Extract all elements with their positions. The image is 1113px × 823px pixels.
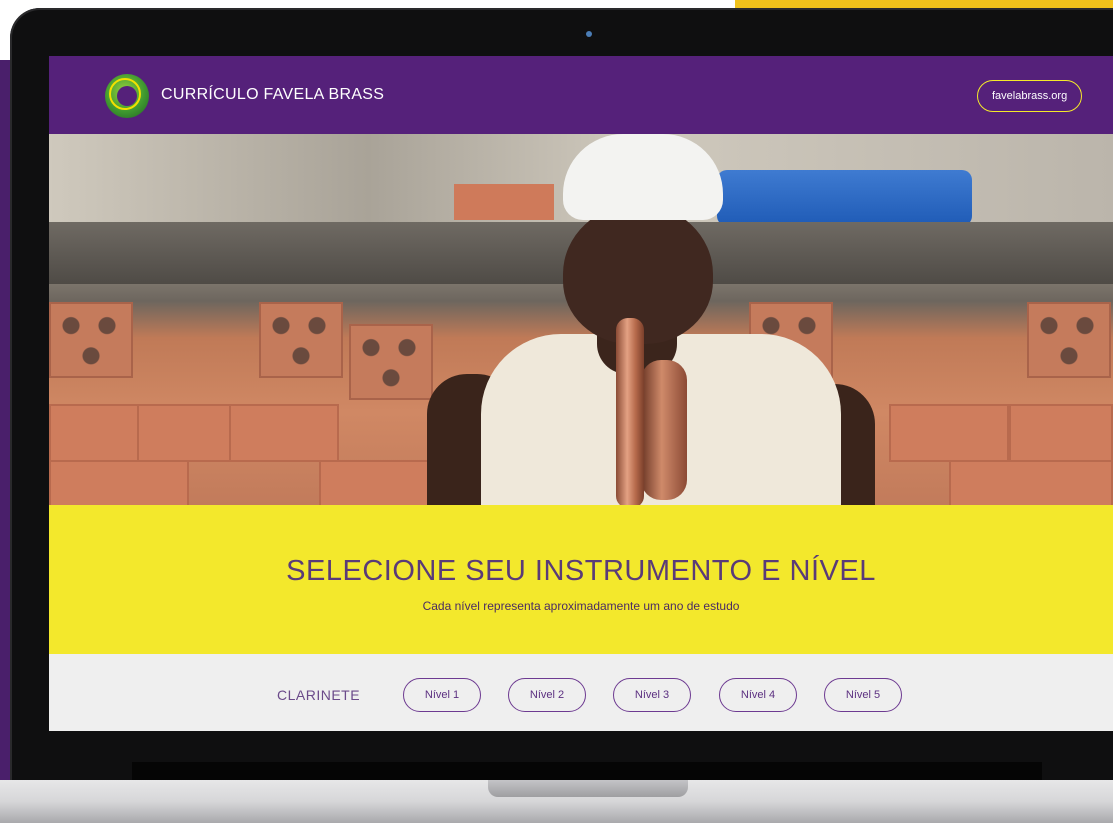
hero-brick <box>49 460 189 505</box>
logo-center <box>117 86 137 106</box>
site-title[interactable]: CURRÍCULO FAVELA BRASS <box>161 86 384 104</box>
laptop-screen: CURRÍCULO FAVELA BRASS favelabrass.org S… <box>49 56 1113 731</box>
screen-bottom-bezel <box>132 762 1042 780</box>
hero-brick <box>889 404 1009 462</box>
hero-blue-tank <box>717 170 972 226</box>
person-cap <box>563 134 723 220</box>
selection-subtitle: Cada nível representa aproximadamente um… <box>422 599 740 613</box>
instrument-name: CLARINETE <box>277 687 361 703</box>
selection-banner: SELECIONE SEU INSTRUMENTO E NÍVEL Cada n… <box>49 505 1113 654</box>
trumpet-icon <box>616 318 644 505</box>
site-header: CURRÍCULO FAVELA BRASS favelabrass.org <box>49 56 1113 134</box>
hero-brick <box>229 404 339 462</box>
level-2-button[interactable]: Nível 2 <box>508 678 586 712</box>
selection-title: SELECIONE SEU INSTRUMENTO E NÍVEL <box>286 555 876 587</box>
hero-brick <box>319 460 439 505</box>
hero-brick <box>949 460 1113 505</box>
hero-breeze-block <box>49 302 133 378</box>
instrument-row: CLARINETE Nível 1 Nível 2 Nível 3 Nível … <box>49 654 1113 731</box>
level-1-button[interactable]: Nível 1 <box>403 678 481 712</box>
hero-brick <box>137 404 232 462</box>
trumpet-bell-icon <box>641 360 687 500</box>
level-4-button[interactable]: Nível 4 <box>719 678 797 712</box>
level-3-button[interactable]: Nível 3 <box>613 678 691 712</box>
hero-orange-block <box>454 184 554 220</box>
webcam-icon <box>586 31 592 37</box>
hero-breeze-block <box>1027 302 1111 378</box>
hero-brick <box>49 404 139 462</box>
favelabrass-link-button[interactable]: favelabrass.org <box>977 80 1083 112</box>
favela-brass-logo-icon[interactable] <box>105 74 149 118</box>
hero-breeze-block <box>259 302 343 378</box>
background-yellow-strip <box>735 0 1113 8</box>
laptop-hinge-notch <box>488 780 688 797</box>
hero-breeze-block <box>349 324 433 400</box>
hero-image <box>49 134 1113 505</box>
hero-brick <box>1009 404 1113 462</box>
level-5-button[interactable]: Nível 5 <box>824 678 902 712</box>
